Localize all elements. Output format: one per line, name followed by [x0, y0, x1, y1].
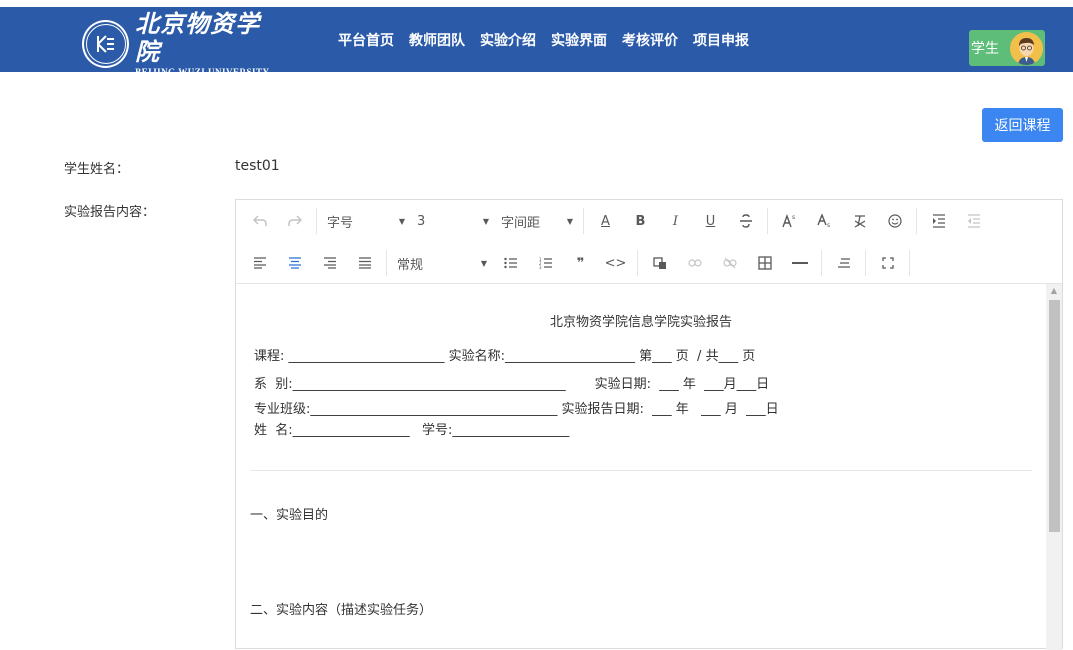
toolbar-divider	[909, 250, 910, 276]
top-navigation-bar: 北京物资学院 BEIJING WUZI UNIVERSITY 平台首页 教师团队…	[0, 0, 1073, 77]
nav-assessment[interactable]: 考核评价	[622, 30, 678, 50]
align-right-icon[interactable]	[312, 248, 347, 278]
fullscreen-icon[interactable]	[870, 248, 905, 278]
nav-teacher-team[interactable]: 教师团队	[409, 30, 465, 50]
toolbar-divider	[821, 250, 822, 276]
editor-content-area[interactable]: 北京物资学院信息学院实验报告 课程: _____________________…	[236, 284, 1046, 650]
bold-icon[interactable]: B	[623, 206, 658, 236]
report-line-name: 姓 名:__________________ 学号:______________…	[254, 423, 570, 438]
unlink-icon[interactable]	[712, 248, 747, 278]
section-content: 二、实验内容（描述实验任务）	[250, 603, 433, 618]
user-menu[interactable]: 学生	[969, 30, 1045, 66]
report-line-department: 系 别:____________________________________…	[254, 377, 770, 392]
redo-icon[interactable]	[277, 206, 312, 236]
font-color-icon[interactable]: A	[588, 206, 623, 236]
scrollbar-thumb[interactable]	[1049, 300, 1060, 532]
rich-text-editor: 字号 ▼ 3 ▼ 字间距 ▼ A B I U s s 常规 ▼ 1 2 3 ❞ …	[235, 199, 1063, 650]
university-seal-icon	[82, 20, 130, 68]
indent-icon[interactable]	[921, 206, 956, 236]
nav-experiment-interface[interactable]: 实验界面	[551, 30, 607, 50]
avatar	[1010, 32, 1043, 65]
font-size-label: 字号	[327, 215, 354, 231]
chevron-down-icon: ▼	[482, 216, 489, 226]
image-icon[interactable]	[642, 248, 677, 278]
align-justify-icon[interactable]	[347, 248, 382, 278]
chevron-down-icon: ▼	[566, 216, 573, 226]
back-to-course-button[interactable]: 返回课程	[982, 108, 1063, 142]
letter-spacing-select[interactable]: 字间距 ▼	[495, 206, 579, 236]
main-nav: 平台首页 教师团队 实验介绍 实验界面 考核评价 项目申报	[338, 30, 749, 50]
nav-project-application[interactable]: 项目申报	[693, 30, 749, 50]
report-title: 北京物资学院信息学院实验报告	[549, 315, 732, 330]
svg-text:s: s	[827, 222, 830, 228]
toolbar-divider	[316, 208, 317, 234]
toolbar-divider	[386, 250, 387, 276]
scroll-up-icon[interactable]: ▲	[1046, 284, 1062, 298]
table-icon[interactable]	[747, 248, 782, 278]
emoji-icon[interactable]	[877, 206, 912, 236]
editor-toolbar: 字号 ▼ 3 ▼ 字间距 ▼ A B I U s s 常规 ▼ 1 2 3 ❞ …	[236, 200, 1062, 284]
report-line-class: 专业班级:___________________________________…	[254, 402, 779, 417]
letter-spacing-label: 字间距	[501, 215, 541, 231]
clear-format-icon[interactable]	[842, 206, 877, 236]
logo-chinese-name: 北京物资学院	[135, 9, 261, 66]
university-logo[interactable]: 北京物资学院 BEIJING WUZI UNIVERSITY	[82, 10, 282, 77]
link-icon[interactable]	[677, 248, 712, 278]
toolbar-divider	[583, 208, 584, 234]
numbered-list-icon[interactable]: 123	[528, 248, 563, 278]
section-objective: 一、实验目的	[250, 508, 329, 523]
report-line-course: 课程: ________________________ 实验名称:______…	[254, 349, 756, 364]
superscript-icon[interactable]: s	[772, 206, 807, 236]
nav-experiment-intro[interactable]: 实验介绍	[480, 30, 536, 50]
svg-text:s: s	[792, 214, 795, 221]
bulleted-list-icon[interactable]	[493, 248, 528, 278]
student-name-value: test01	[235, 158, 280, 174]
toolbar-divider	[637, 250, 638, 276]
code-icon[interactable]: <>	[598, 248, 633, 278]
undo-icon[interactable]	[242, 206, 277, 236]
text-format-icon[interactable]	[826, 248, 861, 278]
font-size-select[interactable]: 字号 ▼	[321, 206, 411, 236]
toolbar-divider	[916, 208, 917, 234]
underline-icon[interactable]: U	[693, 206, 728, 236]
toolbar-divider	[767, 208, 768, 234]
horizontal-rule-icon[interactable]	[782, 248, 817, 278]
editor-scrollbar[interactable]: ▲	[1046, 284, 1062, 650]
chevron-down-icon: ▼	[398, 216, 405, 226]
align-left-icon[interactable]	[242, 248, 277, 278]
strikethrough-icon[interactable]	[728, 206, 763, 236]
report-content-label: 实验报告内容：	[64, 205, 156, 220]
align-center-icon[interactable]	[277, 248, 312, 278]
chevron-down-icon: ▼	[480, 258, 487, 268]
content-divider	[250, 470, 1032, 471]
paragraph-style-label: 常规	[397, 257, 424, 273]
line-height-value: 3	[417, 213, 426, 229]
student-name-label: 学生姓名：	[64, 162, 130, 177]
outdent-icon[interactable]	[956, 206, 991, 236]
svg-text:3: 3	[539, 265, 542, 269]
paragraph-style-select[interactable]: 常规 ▼	[391, 248, 493, 278]
toolbar-divider	[865, 250, 866, 276]
nav-home[interactable]: 平台首页	[338, 30, 394, 50]
italic-icon[interactable]: I	[658, 206, 693, 236]
blockquote-icon[interactable]: ❞	[563, 248, 598, 278]
line-height-select[interactable]: 3 ▼	[411, 206, 495, 236]
subscript-icon[interactable]: s	[807, 206, 842, 236]
user-role-label: 学生	[971, 41, 999, 57]
logo-english-name: BEIJING WUZI UNIVERSITY	[135, 67, 270, 77]
